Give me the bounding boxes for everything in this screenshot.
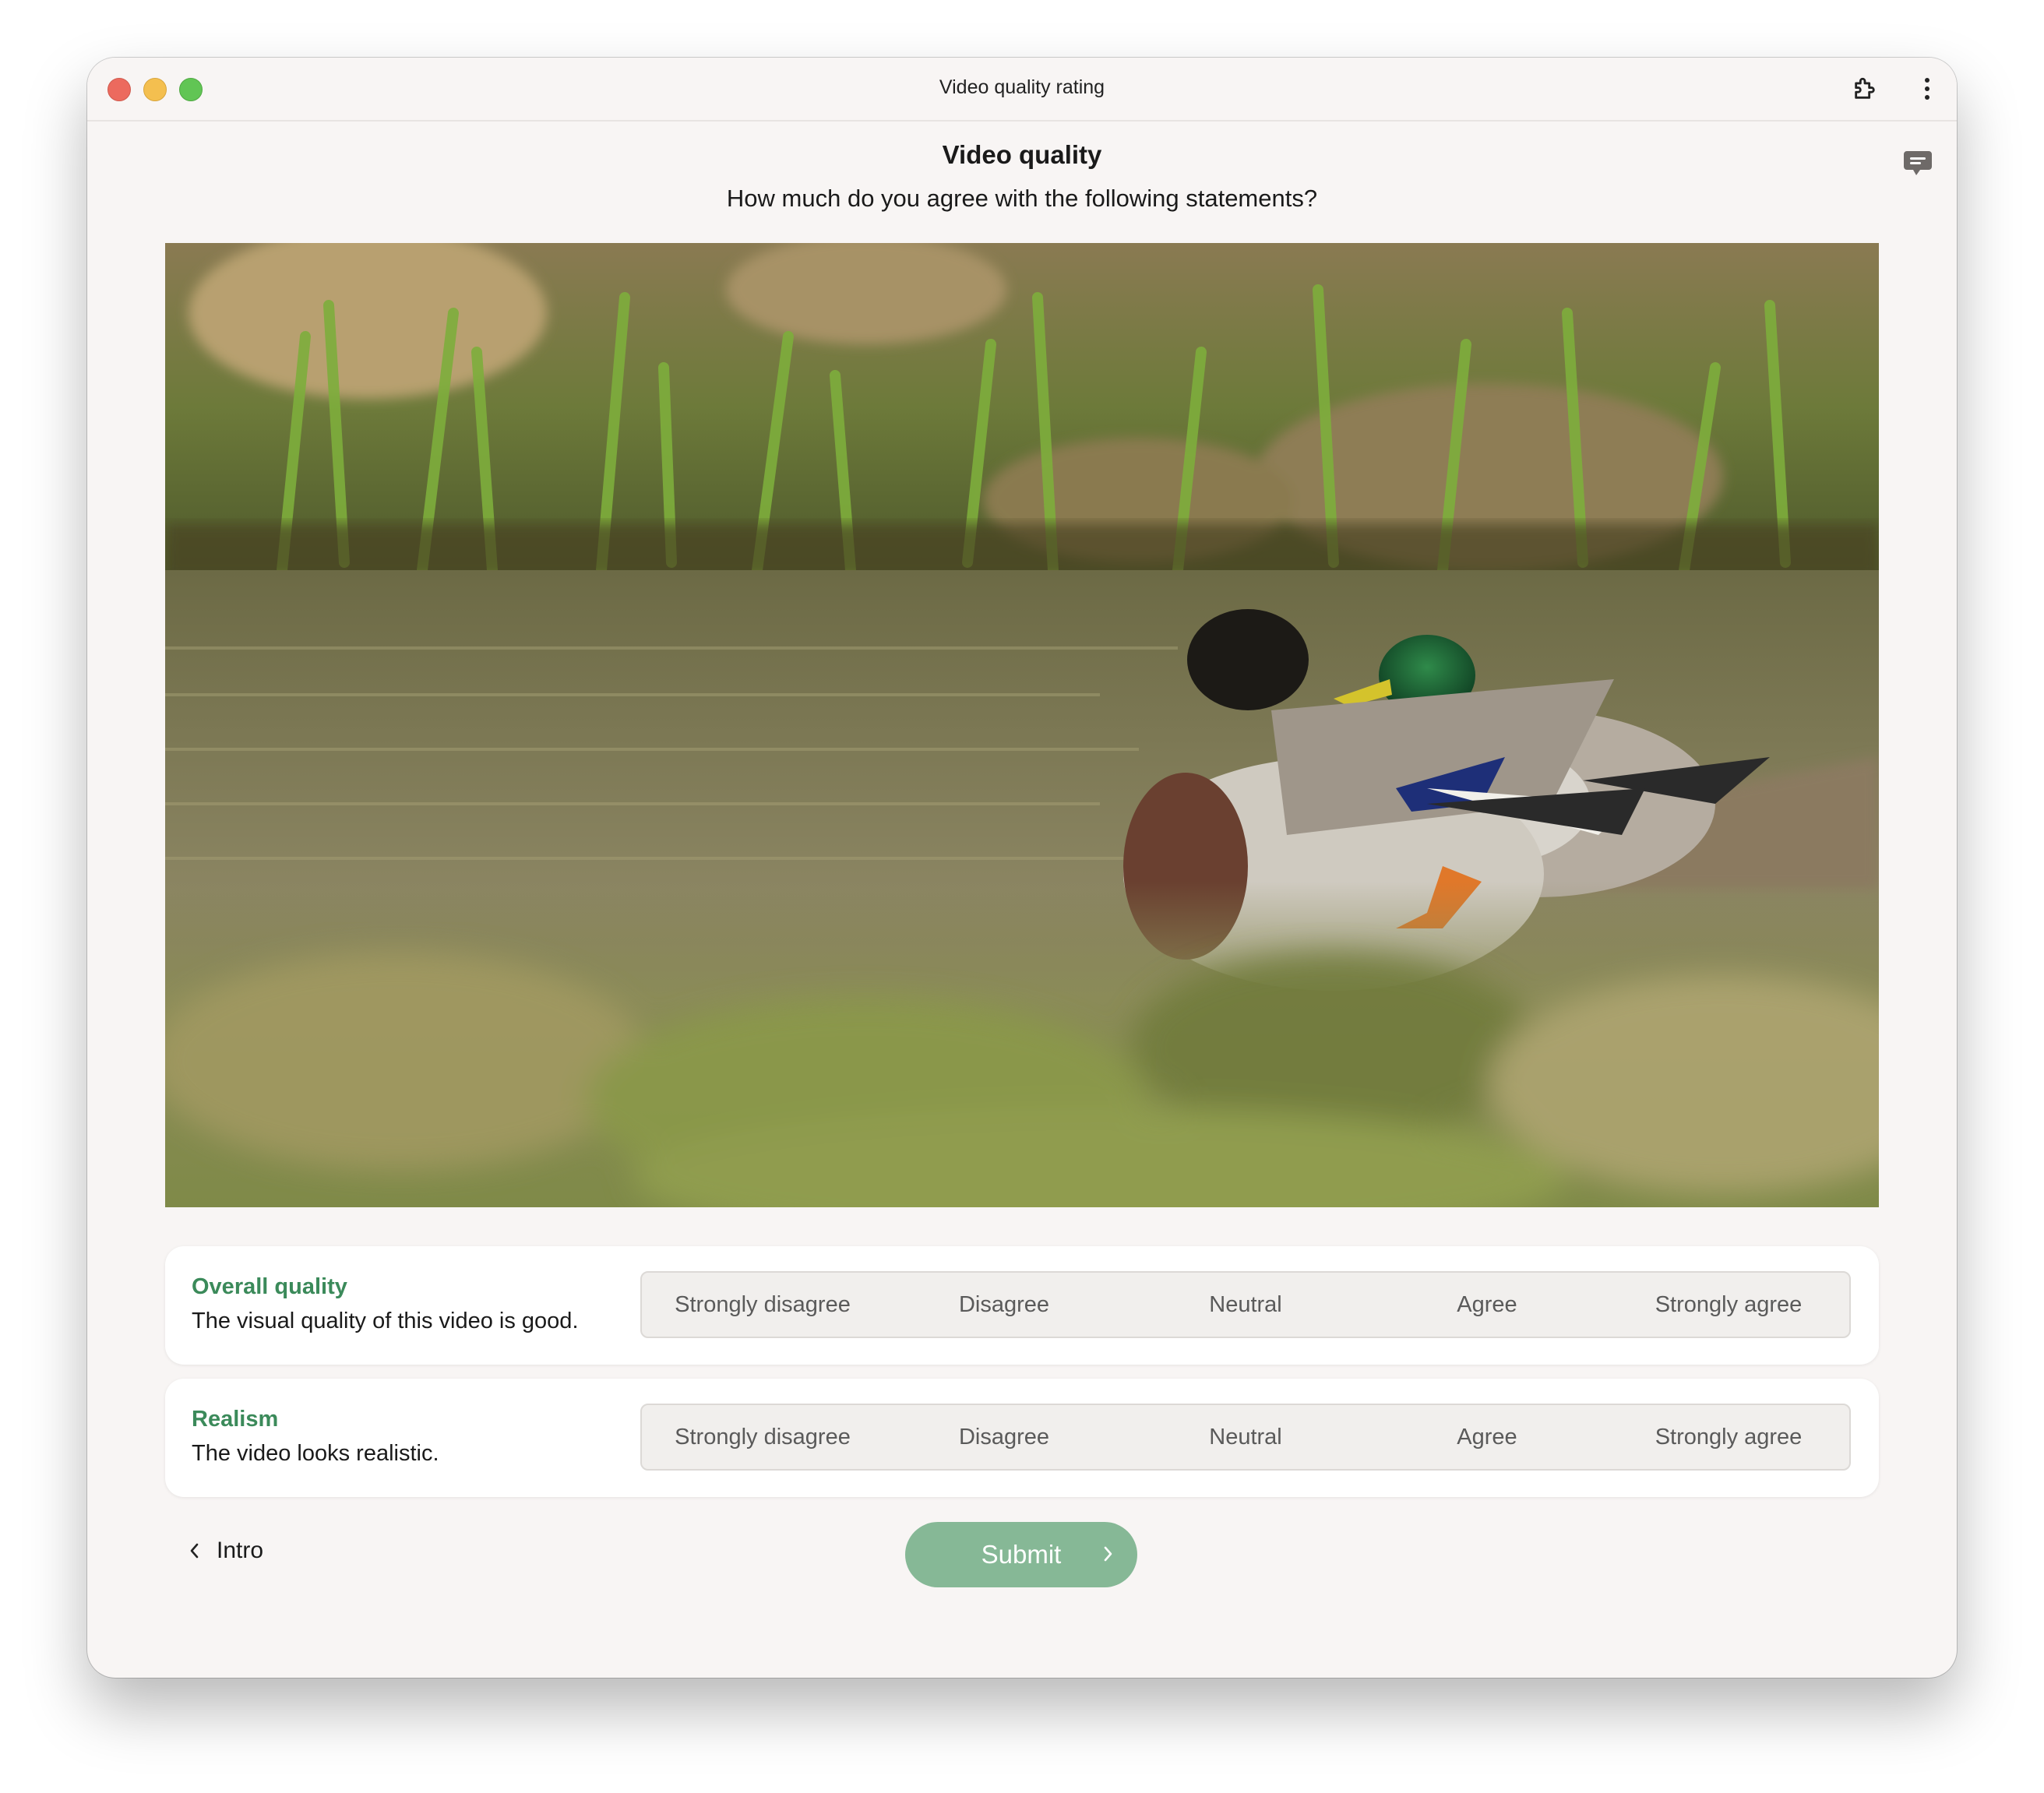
question-title: Realism [192, 1407, 279, 1432]
option-agree[interactable]: Agree [1366, 1405, 1608, 1469]
option-agree[interactable]: Agree [1366, 1273, 1608, 1337]
survey-heading: Video quality [942, 140, 1102, 169]
survey-instruction: How much do you agree with the following… [726, 185, 1318, 212]
question-title: Overall quality [192, 1274, 347, 1299]
video-frame-image [165, 243, 1879, 1207]
likert-scale: Strongly disagree Disagree Neutral Agree… [640, 1271, 1851, 1338]
option-strongly-disagree[interactable]: Strongly disagree [642, 1405, 883, 1469]
likert-scale: Strongly disagree Disagree Neutral Agree… [640, 1404, 1851, 1471]
option-strongly-disagree[interactable]: Strongly disagree [642, 1273, 883, 1337]
extension-icon[interactable] [1848, 72, 1882, 106]
more-options-icon[interactable] [1910, 72, 1944, 106]
submit-label: Submit [981, 1540, 1062, 1569]
chevron-left-icon [189, 1542, 199, 1559]
title-bar: Video quality rating [87, 58, 1957, 122]
option-disagree[interactable]: Disagree [883, 1405, 1125, 1469]
question-card-realism: Realism The video looks realistic. Stron… [165, 1379, 1879, 1497]
submit-button[interactable]: Submit [905, 1522, 1137, 1587]
app-window: Video quality rating Video quality How m… [87, 58, 1957, 1678]
option-strongly-agree[interactable]: Strongly agree [1608, 1405, 1849, 1469]
option-strongly-agree[interactable]: Strongly agree [1608, 1273, 1849, 1337]
back-to-intro-link[interactable]: Intro [189, 1538, 263, 1564]
question-card-overall-quality: Overall quality The visual quality of th… [165, 1246, 1879, 1365]
question-statement: The visual quality of this video is good… [192, 1309, 579, 1333]
option-neutral[interactable]: Neutral [1125, 1405, 1366, 1469]
video-player[interactable] [165, 243, 1879, 1207]
question-statement: The video looks realistic. [192, 1441, 439, 1466]
chevron-right-icon [1103, 1545, 1114, 1562]
window-title: Video quality rating [939, 76, 1105, 98]
option-disagree[interactable]: Disagree [883, 1273, 1125, 1337]
option-neutral[interactable]: Neutral [1125, 1273, 1366, 1337]
back-label: Intro [217, 1538, 264, 1563]
